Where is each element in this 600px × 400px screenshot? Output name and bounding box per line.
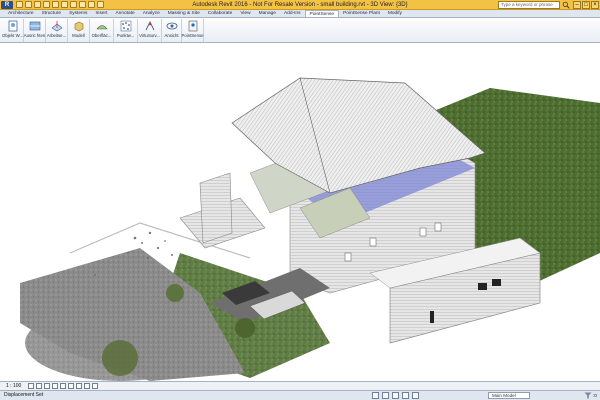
lock-view-icon[interactable] (84, 383, 90, 389)
search-input[interactable]: Type a keyword or phrase (498, 1, 560, 9)
workplane-icon (50, 21, 63, 32)
window-controls: – □ × (573, 1, 599, 9)
ribbon-tab-bar: Architecture Structure Systems Insert An… (0, 10, 600, 18)
maximize-icon[interactable]: □ (582, 1, 590, 9)
filter-icon[interactable] (584, 392, 592, 399)
view-button[interactable]: Ansicht (162, 19, 182, 42)
tab-collaborate[interactable]: Collaborate (204, 10, 237, 17)
editable-only-icon[interactable] (392, 392, 399, 399)
align-button[interactable]: Ausric hten (24, 19, 46, 42)
hide-isolate-icon[interactable] (92, 383, 98, 389)
select-underlay-icon[interactable] (412, 392, 419, 399)
pointsense-icon (188, 20, 197, 32)
virtusurv-button[interactable]: VirtuSurv... (138, 19, 162, 42)
title-bar: R Autodesk Revit 2016 - Not For Resale V… (0, 0, 600, 10)
status-message: Displacement Set (4, 392, 44, 398)
tab-insert[interactable]: Insert (91, 10, 111, 17)
tab-annotate[interactable]: Annotate (111, 10, 138, 17)
3d-model-view[interactable] (0, 43, 600, 381)
sun-path-icon[interactable] (44, 383, 50, 389)
model-button[interactable]: Modell (68, 19, 90, 42)
tab-architecture[interactable]: Architecture (4, 10, 38, 17)
worksets-icon[interactable] (372, 392, 379, 399)
tab-pointsense-plant[interactable]: PointSense Plant (339, 10, 384, 17)
workplane-button[interactable]: Arbeitse... (46, 19, 68, 42)
tab-pointsense[interactable]: PointSense (304, 10, 340, 17)
virtusurv-icon (145, 20, 154, 31)
tab-massing-site[interactable]: Massing & Site (164, 10, 204, 17)
status-bar-icons (372, 392, 419, 399)
shadows-icon[interactable] (52, 383, 58, 389)
select-links-icon[interactable] (402, 392, 409, 399)
view-icon (166, 22, 177, 30)
view-control-icons (28, 383, 98, 389)
tab-structure[interactable]: Structure (38, 10, 65, 17)
render-icon[interactable] (60, 383, 66, 389)
tab-modify[interactable]: Modify (384, 10, 406, 17)
ribbon-panel: Objekt W... Ausric hten Arbeitse... Mode… (0, 18, 600, 43)
model-icon (74, 21, 83, 32)
view-scale[interactable]: 1 : 100 (6, 383, 21, 390)
tab-manage[interactable]: Manage (255, 10, 280, 17)
tab-add-ins[interactable]: Add-Ins (280, 10, 305, 17)
object-wizard-icon (8, 20, 17, 32)
minimize-icon[interactable]: – (573, 1, 581, 9)
tab-analyze[interactable]: Analyze (139, 10, 164, 17)
crop-view-icon[interactable] (68, 383, 74, 389)
detail-level-icon[interactable] (28, 383, 34, 389)
3d-viewport[interactable] (0, 43, 600, 381)
view-control-bar: 1 : 100 (0, 381, 600, 390)
tab-view[interactable]: View (236, 10, 254, 17)
design-options-icon[interactable] (382, 392, 389, 399)
pointcloud-icon (120, 20, 131, 32)
surface-icon (95, 25, 108, 30)
visual-style-icon[interactable] (36, 383, 42, 389)
pointcloud-button[interactable]: Punktw... (114, 19, 138, 42)
search-icon[interactable] (562, 1, 570, 9)
pointsense-button[interactable]: PointSense (182, 19, 204, 42)
align-icon (29, 21, 40, 31)
surface-button[interactable]: Oberfläc... (90, 19, 114, 42)
close-icon[interactable]: × (591, 1, 599, 9)
show-crop-icon[interactable] (76, 383, 82, 389)
left-wing-wall (199, 172, 233, 244)
workset-dropdown[interactable]: Main Model (488, 392, 530, 399)
tab-systems[interactable]: Systems (65, 10, 91, 17)
selection-count: :0 (593, 393, 597, 398)
object-wizard-button[interactable]: Objekt W... (2, 19, 24, 42)
